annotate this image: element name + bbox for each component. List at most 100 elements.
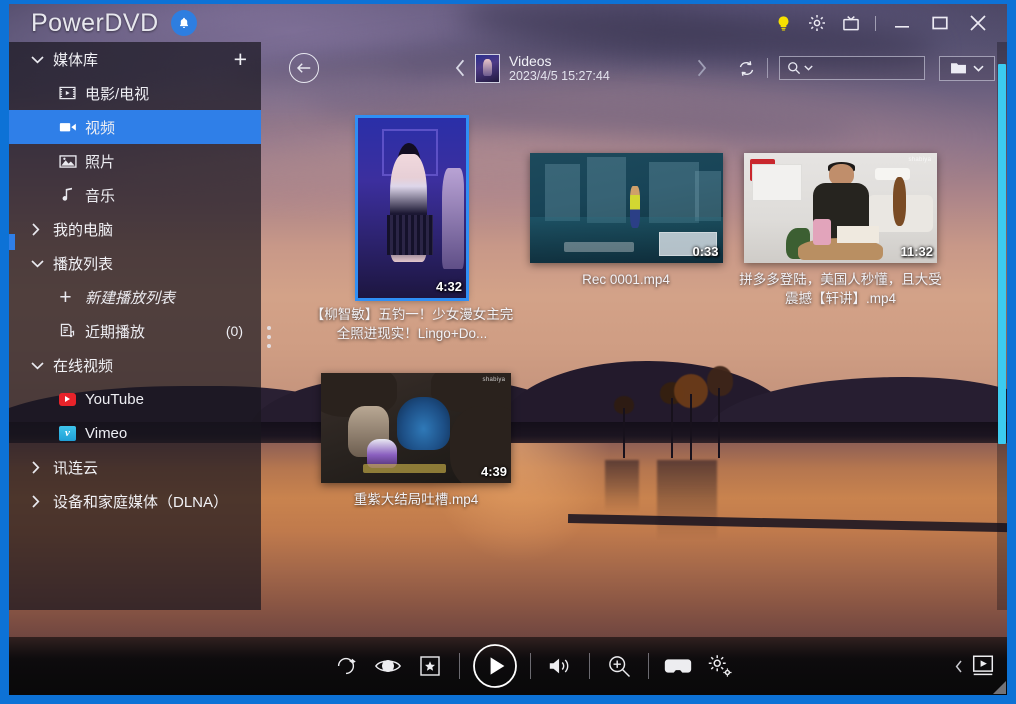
sidebar-group-online-video[interactable]: 在线视频 xyxy=(9,348,261,382)
maximize-icon[interactable] xyxy=(921,4,959,42)
settings-gear-icon[interactable] xyxy=(699,645,741,687)
sidebar-item-label: 近期播放 xyxy=(85,323,146,341)
rotate-icon[interactable] xyxy=(325,645,367,687)
sidebar-item-label: Vimeo xyxy=(85,424,128,442)
chevron-down-icon xyxy=(31,361,53,370)
media-duration: 11:32 xyxy=(900,244,933,259)
vr-icon[interactable] xyxy=(657,645,699,687)
tv-icon[interactable] xyxy=(834,4,868,42)
eye-icon[interactable] xyxy=(367,645,409,687)
photo-icon xyxy=(59,154,85,169)
sidebar-group-playlists[interactable]: 播放列表 xyxy=(9,246,261,280)
chevron-down-icon xyxy=(973,65,984,72)
sidebar: 媒体库 + 电影/电视 视频 照片 音乐 我的电脑 播放列表 + 新建播放列表 … xyxy=(9,42,261,610)
media-duration: 4:39 xyxy=(480,464,507,479)
media-title: 重紫大结局吐槽.mp4 xyxy=(353,492,479,507)
back-button[interactable] xyxy=(289,53,319,83)
volume-icon[interactable] xyxy=(539,645,581,687)
music-note-icon xyxy=(59,187,85,203)
youtube-icon xyxy=(59,392,85,406)
media-thumbnail[interactable]: 4:32 xyxy=(355,115,469,301)
chevron-down-icon[interactable] xyxy=(804,65,813,71)
sidebar-item-label: 照片 xyxy=(85,153,116,171)
breadcrumb-next-button[interactable] xyxy=(687,59,716,77)
chevron-down-icon xyxy=(31,259,53,268)
sidebar-edge-indicator[interactable] xyxy=(9,234,15,250)
media-title: 【柳智敏】五钓一！少女漫女主完全照进现实！Lingo+Do... xyxy=(310,307,514,341)
bell-icon[interactable] xyxy=(170,10,197,36)
chevron-down-icon xyxy=(31,55,53,64)
sidebar-group-label: 讯连云 xyxy=(53,459,99,477)
sidebar-group-cyberlink-cloud[interactable]: 讯连云 xyxy=(9,450,261,484)
vertical-scrollbar[interactable] xyxy=(997,42,1007,610)
play-icon[interactable] xyxy=(468,639,522,693)
resize-grip[interactable] xyxy=(993,681,1006,694)
breadcrumb-prev-button[interactable] xyxy=(446,59,475,77)
zoom-in-icon[interactable] xyxy=(598,645,640,687)
media-item[interactable]: shabiya 11:32 拼多多登陆，美国人秒懂，且大受震撼【轩讲】.mp4 xyxy=(733,153,948,308)
media-item[interactable]: shabiya 4:39 重紫大结局吐槽.mp4 xyxy=(316,373,516,509)
search-field[interactable] xyxy=(816,61,916,75)
star-box-icon[interactable] xyxy=(409,645,451,687)
refresh-icon[interactable] xyxy=(737,59,756,78)
folder-icon xyxy=(950,61,967,75)
sidebar-item-photos[interactable]: 照片 xyxy=(9,144,261,178)
close-icon[interactable] xyxy=(959,4,997,42)
recent-playlist-icon xyxy=(59,323,85,339)
sidebar-item-movies-tv[interactable]: 电影/电视 xyxy=(9,76,261,110)
sidebar-group-label: 在线视频 xyxy=(53,357,114,375)
gear-icon[interactable] xyxy=(800,4,834,42)
window-inner: PowerDVD 媒体库 + 电影/电视 视频 照片 音乐 我的电脑 播放列表 … xyxy=(9,4,1007,695)
sidebar-item-vimeo[interactable]: v Vimeo xyxy=(9,416,261,450)
media-title: 拼多多登陆，美国人秒懂，且大受震撼【轩讲】.mp4 xyxy=(739,272,942,306)
player-window-icon[interactable] xyxy=(969,653,997,679)
media-thumbnail[interactable]: shabiya 4:39 xyxy=(321,373,511,483)
media-thumbnail[interactable]: 0:33 xyxy=(529,153,723,263)
lightbulb-icon[interactable] xyxy=(766,4,800,42)
sidebar-item-videos[interactable]: 视频 xyxy=(9,110,261,144)
powerdvd-window: PowerDVD 媒体库 + 电影/电视 视频 照片 音乐 我的电脑 播放列表 … xyxy=(0,0,1016,704)
breadcrumb-title: Videos xyxy=(509,52,552,69)
sidebar-group-label: 设备和家庭媒体（DLNA） xyxy=(53,493,229,511)
content-toolbar: Videos 2023/4/5 15:27:44 xyxy=(261,42,995,94)
scrollbar-thumb[interactable] xyxy=(998,64,1006,444)
media-title: Rec 0001.mp4 xyxy=(582,272,670,287)
media-item[interactable]: 4:32 【柳智敏】五钓一！少女漫女主完全照进现实！Lingo+Do... xyxy=(307,115,517,343)
breadcrumb-nav: Videos 2023/4/5 15:27:44 xyxy=(446,53,716,84)
breadcrumb[interactable]: Videos 2023/4/5 15:27:44 xyxy=(475,53,610,84)
sidebar-item-label: 视频 xyxy=(85,119,116,137)
divider xyxy=(875,15,876,31)
divider xyxy=(648,653,649,679)
minimize-icon[interactable] xyxy=(883,4,921,42)
sidebar-item-recently-played[interactable]: 近期播放 (0) xyxy=(9,314,261,348)
app-title: PowerDVD xyxy=(31,8,159,37)
player-mode-group xyxy=(955,637,997,695)
sidebar-item-label: 新建播放列表 xyxy=(85,289,176,307)
plus-icon: + xyxy=(59,285,72,309)
chevron-right-icon xyxy=(31,222,53,236)
breadcrumb-subtitle: 2023/4/5 15:27:44 xyxy=(509,68,610,83)
breadcrumb-thumbnail xyxy=(475,53,500,83)
chevron-right-icon xyxy=(31,460,53,474)
sidebar-item-new-playlist[interactable]: + 新建播放列表 xyxy=(9,280,261,314)
sidebar-group-dlna[interactable]: 设备和家庭媒体（DLNA） xyxy=(9,484,261,518)
folder-view-button[interactable] xyxy=(939,55,995,81)
sidebar-item-label: 电影/电视 xyxy=(85,85,150,103)
sidebar-group-media-library[interactable]: 媒体库 + xyxy=(9,42,261,76)
chevron-left-icon[interactable] xyxy=(955,660,963,673)
media-thumbnail[interactable]: shabiya 11:32 xyxy=(744,153,937,263)
sidebar-item-label: 音乐 xyxy=(85,187,116,205)
divider xyxy=(530,653,531,679)
more-options-icon[interactable] xyxy=(267,326,271,348)
media-item[interactable]: 0:33 Rec 0001.mp4 xyxy=(521,153,731,289)
sidebar-group-label: 我的电脑 xyxy=(53,221,114,239)
divider xyxy=(767,58,768,78)
sidebar-group-my-computer[interactable]: 我的电脑 xyxy=(9,212,261,246)
add-library-button[interactable]: + xyxy=(234,47,247,71)
sidebar-item-music[interactable]: 音乐 xyxy=(9,178,261,212)
media-grid: 4:32 【柳智敏】五钓一！少女漫女主完全照进现实！Lingo+Do... 0:… xyxy=(261,98,995,637)
sidebar-item-youtube[interactable]: YouTube xyxy=(9,382,261,416)
video-camera-icon xyxy=(59,120,85,134)
search-input[interactable] xyxy=(779,56,925,80)
divider xyxy=(459,653,460,679)
